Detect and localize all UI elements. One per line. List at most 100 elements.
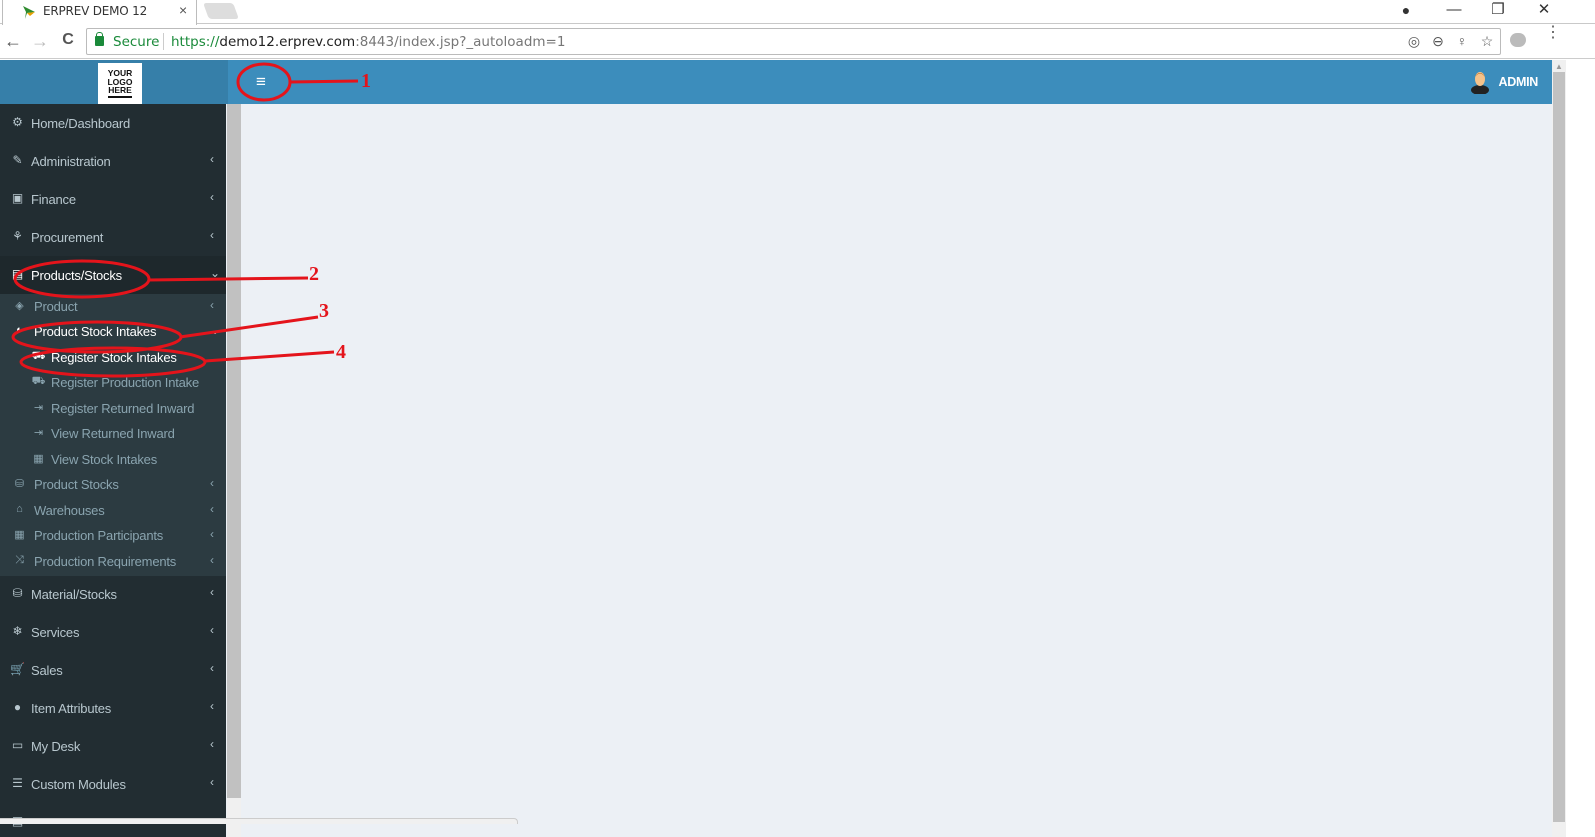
desktop-icon: ▭ [11,738,24,752]
home-icon: ⌂ [16,503,23,515]
restore-button[interactable]: ❐ [1478,0,1518,22]
chevron-left-icon: ‹ [210,623,214,637]
logo-area: YOUR LOGO HERE [0,60,228,104]
reload-button[interactable]: C [58,31,78,49]
forward-button[interactable]: → [30,31,50,52]
main-content [241,104,1552,837]
pie-chart-icon: ◐ [16,324,23,336]
bookmark-star-icon[interactable]: ☆ [1478,33,1496,50]
sidebar: ⚙ Home/Dashboard ✎ Administration ‹ ▣ Fi… [0,104,226,837]
submenu-item-view-stock-intakes[interactable]: ▦ View Stock Intakes [0,447,226,472]
submenu-item-register-production-intake[interactable]: ⛟ Register Production Intake [0,370,226,395]
sidebar-item-custom-modules[interactable]: ☰ Custom Modules ‹ [0,765,226,803]
account-icon[interactable]: ● [1386,0,1426,22]
scroll-up-arrow-icon[interactable]: ▲ [1552,62,1566,72]
annotation-number-3: 3 [319,300,329,322]
submenu-item-register-returned-inward[interactable]: ⇥ Register Returned Inward [0,396,226,421]
sidebar-item-procurement[interactable]: ⚘ Procurement ‹ [0,218,226,256]
truck-icon: ⛟ [31,350,46,362]
browser-tab[interactable]: ERPREV DEMO 12 × [2,0,197,25]
database-icon: ☰ [12,776,23,790]
sidebar-item-services[interactable]: ❄ Services ‹ [0,613,226,651]
sign-in-icon: ⇥ [33,427,44,439]
submenu-item-product[interactable]: ◈ Product ‹ [0,294,226,319]
extension-icon[interactable] [1510,33,1526,47]
user-name: ADMIN [1498,75,1539,89]
chevron-left-icon: ‹ [210,152,214,166]
app: YOUR LOGO HERE ≡ ADMIN ⚙ Home/Dashboard … [0,60,1552,837]
user-avatar-icon [1471,72,1489,94]
erprev-favicon-icon [23,6,35,19]
bucket-icon: ⛁ [14,478,25,490]
tab-close-icon[interactable]: × [179,2,187,18]
chevron-left-icon: ‹ [210,476,214,490]
sidebar-item-administration[interactable]: ✎ Administration ‹ [0,142,226,180]
chevron-left-icon: ‹ [210,502,214,516]
lock-icon [95,32,104,46]
money-icon: ▣ [11,191,24,205]
annotation-number-2: 2 [309,263,319,285]
horizontal-scrollbar[interactable] [0,818,518,824]
sidebar-item-finance[interactable]: ▣ Finance ‹ [0,180,226,218]
sidebar-scrollbar[interactable] [227,104,241,798]
top-header: YOUR LOGO HERE ≡ ADMIN [0,60,1552,104]
sidebar-item-material-stocks[interactable]: ⛁ Material/Stocks ‹ [0,575,226,613]
annotation-number-1: 1 [361,70,371,92]
chevron-left-icon: ‹ [210,737,214,751]
url-text: https://demo12.erprev.com:8443/index.jsp… [171,34,566,50]
page-scrollbar-thumb[interactable] [1553,72,1565,822]
chevron-left-icon: ‹ [210,527,214,541]
logo[interactable]: YOUR LOGO HERE [98,63,142,104]
sidebar-item-sales[interactable]: 🛒 Sales ‹ [0,651,226,689]
chevron-left-icon: ‹ [210,775,214,789]
products-stocks-submenu: ◈ Product ‹ ◐ Product Stock Intakes ⌄ ⛟ … [0,294,226,576]
sidebar-item-home-dashboard[interactable]: ⚙ Home/Dashboard [0,104,226,142]
sidebar-item-products-stocks[interactable]: ▤ Products/Stocks ⌄ [0,256,226,294]
location-icon[interactable]: ◎ [1405,33,1423,50]
submenu-item-view-returned-inward[interactable]: ⇥ View Returned Inward [0,421,226,446]
submenu-item-production-requirements[interactable]: ⤨ Production Requirements ‹ [0,549,226,574]
submenu-item-production-participants[interactable]: ▦ Production Participants ‹ [0,523,226,548]
chevron-left-icon: ‹ [210,298,214,312]
chevron-left-icon: ‹ [210,661,214,675]
dashboard-icon: ⚙ [12,115,23,129]
spotify-icon: ● [13,700,22,714]
user-menu[interactable]: ADMIN [1458,70,1538,94]
browser-tab-bar: ERPREV DEMO 12 × ● — ❐ ✕ [0,0,1595,25]
url-input[interactable]: Secure https://demo12.erprev.com:8443/in… [86,28,1501,55]
sidebar-item-my-desk[interactable]: ▭ My Desk ‹ [0,727,226,765]
minimize-button[interactable]: — [1434,0,1474,22]
sidebar-toggle-button[interactable]: ≡ [250,72,272,92]
close-window-button[interactable]: ✕ [1524,0,1564,22]
chevron-left-icon: ‹ [210,228,214,242]
submenu-item-product-stock-intakes[interactable]: ◐ Product Stock Intakes ⌄ [0,319,226,344]
shuffle-icon: ⤨ [15,554,24,566]
chevron-left-icon: ‹ [210,585,214,599]
annotation-number-4: 4 [336,341,346,363]
secure-label: Secure [113,34,160,50]
key-icon[interactable]: ♀ [1453,33,1471,49]
tab-title: ERPREV DEMO 12 [43,4,148,18]
divider [163,33,164,50]
cube-icon: ◈ [15,300,24,312]
new-tab-button[interactable] [203,3,239,19]
submenu-item-warehouses[interactable]: ⌂ Warehouses ‹ [0,498,226,523]
truck-icon: ⛟ [31,375,46,387]
submenu-item-product-stocks[interactable]: ⛁ Product Stocks ‹ [0,472,226,497]
back-button[interactable]: ← [3,31,23,52]
zoom-icon[interactable]: ⊖ [1429,33,1447,50]
address-bar-row: ← → C Secure https://demo12.erprev.com:8… [0,25,1595,59]
chevron-left-icon: ‹ [210,699,214,713]
sidebar-item-item-attributes[interactable]: ● Item Attributes ‹ [0,689,226,727]
chevron-down-icon: ⌄ [210,323,221,337]
chevron-left-icon: ‹ [210,190,214,204]
cart-icon: 🛒 [10,662,25,676]
participants-icon: ▦ [14,529,25,541]
chevron-down-icon: ⌄ [210,266,221,280]
submenu-item-register-stock-intakes[interactable]: ⛟ Register Stock Intakes [0,345,226,370]
pencil-icon: ✎ [12,153,23,167]
list-icon: ▦ [33,453,44,465]
window-edge [1566,60,1595,837]
browser-menu-icon[interactable]: ⋮ [1545,25,1561,41]
sign-in-icon: ⇥ [33,402,44,414]
